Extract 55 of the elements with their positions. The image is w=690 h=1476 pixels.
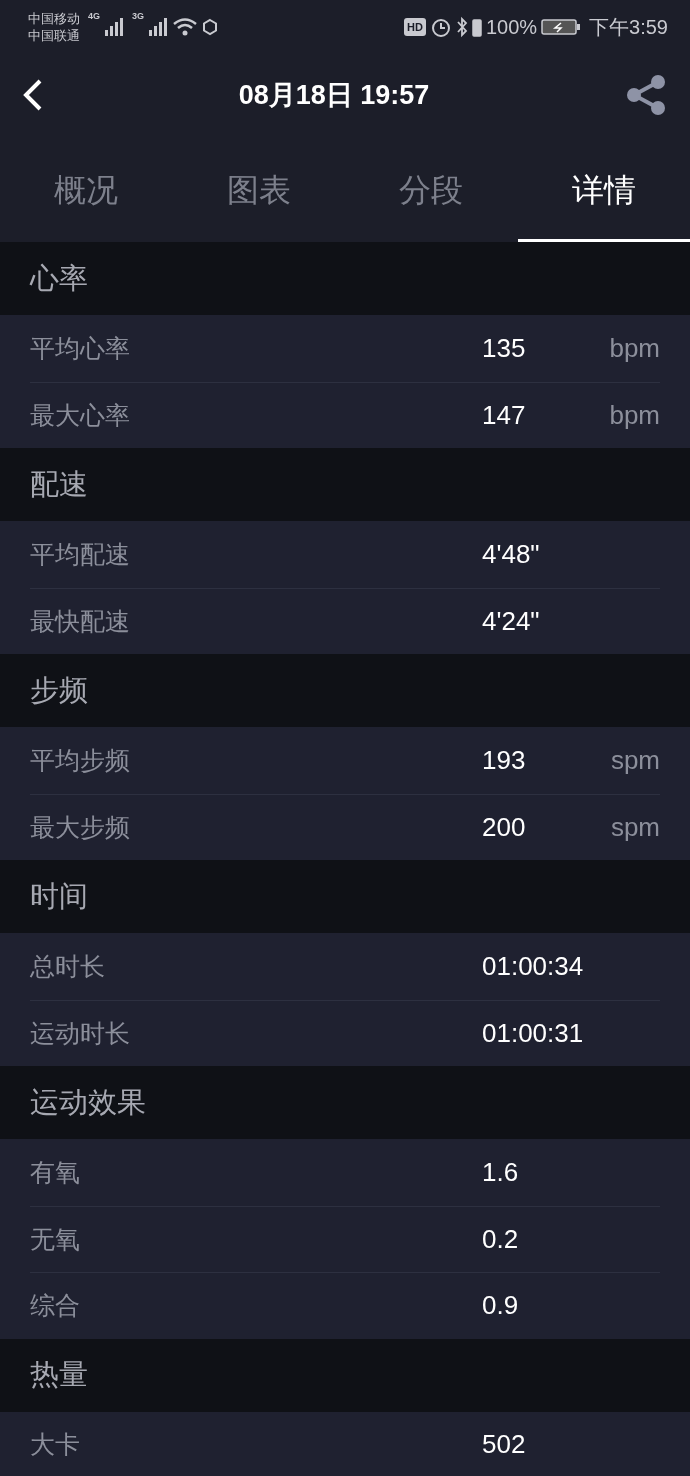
metric-unit: bpm [609,331,660,365]
metric-label: 最快配速 [30,605,131,637]
metric-label: 平均配速 [30,538,131,570]
section-header: 时间 [0,860,690,933]
signal-icon [104,16,124,38]
page-title: 08月18日 19:57 [238,78,430,112]
bluetooth-icon [455,16,468,38]
metric-label: 综合 [30,1290,81,1321]
section-header: 热量 [0,1338,690,1412]
network-type-label: 3G [132,10,145,23]
carrier-label: 中国移动 [28,10,80,27]
metric-label: 最大步频 [30,811,131,843]
metric-label: 大卡 [30,1429,81,1460]
tab[interactable]: 概况 [0,140,173,242]
metric-value: 147 [482,398,527,432]
battery-icon [541,17,582,37]
metric-label: 平均步频 [30,744,131,776]
battery-icon [471,17,482,37]
section-header: 运动效果 [0,1066,690,1139]
share-button[interactable] [624,73,668,117]
metric-value: 4'24" [482,604,541,638]
metric-unit: bpm [609,398,660,432]
section-header: 步频 [0,654,690,727]
signal-icon [148,16,169,38]
metric-value: 193 [482,743,527,777]
metric-label: 无氧 [30,1223,81,1255]
metric-value: 135 [482,331,527,365]
clock-time: 下午3:59 [589,15,668,40]
metric-label: 平均心率 [30,332,131,364]
hexagon-icon [202,18,219,36]
metric-label: 总时长 [30,950,106,982]
metric-label: 最大心率 [30,399,131,431]
metric-label: 有氧 [30,1156,81,1188]
back-button[interactable] [22,78,44,112]
wifi-icon [172,17,199,37]
metric-label: 运动时长 [30,1017,131,1049]
tab[interactable]: 分段 [345,140,518,242]
carrier-label: 中国联通 [28,27,80,44]
metric-unit: spm [610,743,660,777]
metric-value: 502 [482,1428,527,1462]
network-type-label: 4G [88,10,100,23]
hd-badge: HD [404,17,426,37]
metric-value: 0.2 [482,1222,520,1256]
section-header: 配速 [0,448,690,521]
metric-value: 0.9 [482,1289,520,1323]
alarm-icon [429,16,452,38]
metric-value: 200 [482,810,527,844]
section-header: 心率 [0,242,690,315]
metric-value: 01:00:34 [482,949,585,983]
battery-percent: 100% [485,15,538,40]
metric-value: 01:00:31 [482,1016,585,1050]
tab[interactable]: 图表 [172,140,345,242]
metric-unit: spm [610,810,660,844]
metric-value: 1.6 [482,1155,520,1189]
metric-value: 4'48" [482,537,541,571]
